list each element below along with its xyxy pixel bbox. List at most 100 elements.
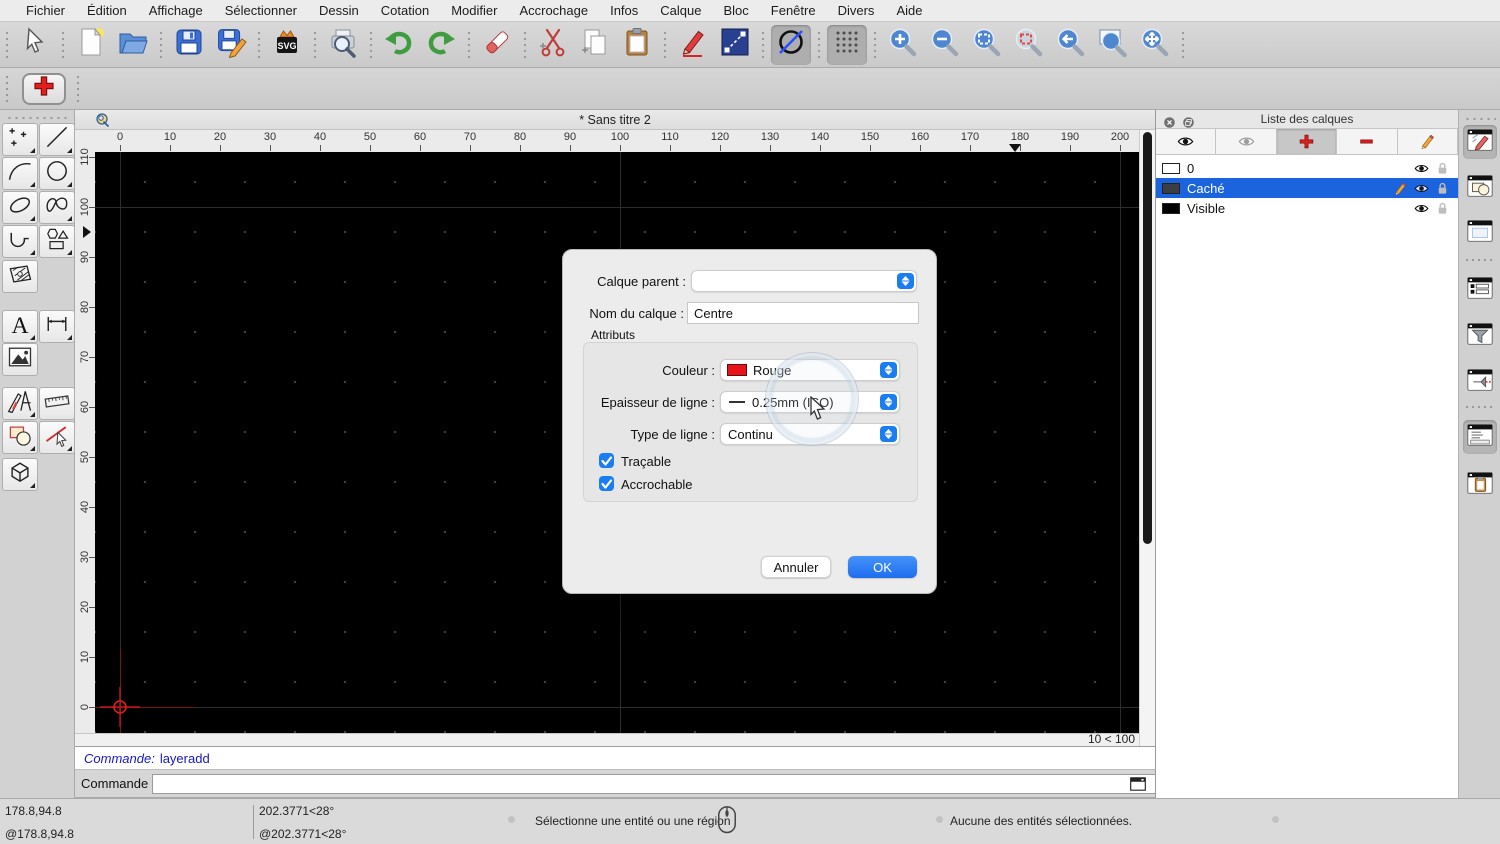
document-title-bar[interactable]: * Sans titre 2 [75, 110, 1155, 130]
file-new-button[interactable] [71, 25, 111, 65]
zoom-pan-button[interactable] [1135, 25, 1175, 65]
tool-dimension-button[interactable] [39, 310, 75, 343]
eraser-button[interactable] [477, 25, 517, 65]
stepper-icon[interactable] [880, 362, 897, 378]
zoom-auto-button[interactable] [967, 25, 1007, 65]
svg-export-button[interactable]: SVG [267, 25, 307, 65]
lock-icon[interactable] [1435, 161, 1450, 176]
tool-text-button[interactable]: A [2, 310, 38, 343]
zoom-window-button[interactable] [1093, 25, 1133, 65]
tool-spline-button[interactable] [39, 191, 75, 224]
tool-image-button[interactable] [2, 343, 38, 376]
zoom-out-button[interactable] [925, 25, 965, 65]
grid-button[interactable] [827, 24, 867, 65]
menu-item-infos[interactable]: Infos [599, 0, 649, 21]
menu-item-cotation[interactable]: Cotation [370, 0, 440, 21]
cut-button[interactable] [533, 25, 573, 65]
circle-slash-button[interactable] [771, 24, 811, 65]
list-window-toggle-button[interactable] [1463, 273, 1497, 307]
menu-item-bloc[interactable]: Bloc [712, 0, 759, 21]
cursor-button[interactable] [15, 25, 55, 65]
tool-select-entity-button[interactable] [39, 421, 75, 454]
stepper-icon[interactable] [880, 426, 897, 442]
scrollbar-thumb[interactable] [1143, 132, 1152, 544]
menu-item-dessin[interactable]: Dessin [308, 0, 370, 21]
command-input[interactable] [152, 774, 1201, 794]
lock-icon[interactable] [1435, 201, 1450, 216]
file-new-icon [75, 26, 107, 63]
tool-polyline-button[interactable] [2, 225, 38, 258]
add-pen-button[interactable] [22, 72, 66, 105]
printable-checkbox[interactable] [599, 453, 614, 468]
zoom-select-button[interactable] [1009, 25, 1049, 65]
command-window-toggle-icon[interactable] [1129, 775, 1147, 793]
tool-hatch-button[interactable] [2, 260, 38, 293]
save-as-button[interactable] [211, 25, 251, 65]
edit-layer-button[interactable] [1397, 129, 1459, 155]
layer-row-visible[interactable]: Visible [1156, 198, 1458, 218]
blocks-window-toggle-button[interactable] [1463, 171, 1497, 205]
lock-icon[interactable] [1435, 181, 1450, 196]
menu-item-affichage[interactable]: Affichage [138, 0, 214, 21]
stepper-icon[interactable] [897, 273, 914, 289]
hide-all-layers-button[interactable] [1216, 129, 1277, 155]
menu-item-aide[interactable]: Aide [885, 0, 933, 21]
menu-item-divers[interactable]: Divers [827, 0, 886, 21]
status-led-icon [1272, 816, 1279, 823]
copy-button[interactable] [575, 25, 615, 65]
layer-row-0[interactable]: 0 [1156, 158, 1458, 178]
tools-window-icon [1465, 365, 1495, 400]
undo-button[interactable] [379, 25, 419, 65]
menu-item-fenetre[interactable]: Fenêtre [760, 0, 827, 21]
tool-points-button[interactable] [2, 123, 38, 156]
tool-modify-button[interactable] [2, 421, 38, 454]
ruler-tick [720, 145, 721, 151]
zoom-previous-button[interactable] [1051, 25, 1091, 65]
eye-icon[interactable] [1414, 181, 1429, 196]
folder-open-button[interactable] [113, 25, 153, 65]
tool-line-button[interactable] [39, 123, 75, 156]
zoom-out-icon [929, 26, 961, 63]
print-preview-button[interactable] [323, 25, 363, 65]
cancel-button[interactable]: Annuler [761, 556, 831, 578]
menu-item-fichier[interactable]: Fichier [15, 0, 76, 21]
tool-cube-button[interactable] [2, 458, 38, 491]
menu-item-accrochage[interactable]: Accrochage [508, 0, 599, 21]
tool-draw-tools-button[interactable] [2, 387, 38, 420]
tool-circle-button[interactable] [39, 157, 75, 190]
stepper-icon[interactable] [880, 394, 897, 410]
eye-icon[interactable] [1414, 161, 1429, 176]
pen-edit-button[interactable] [673, 25, 713, 65]
redo-button[interactable] [421, 25, 461, 65]
library-window-toggle-button[interactable] [1463, 216, 1497, 250]
remove-layer-button[interactable] [1337, 129, 1398, 155]
save-button[interactable] [169, 25, 209, 65]
ok-button[interactable]: OK [848, 556, 917, 578]
layer-panel-title: Liste des calques [1260, 112, 1354, 126]
show-all-layers-button[interactable] [1156, 129, 1217, 155]
command-window-toggle-button[interactable] [1463, 420, 1497, 454]
tool-arc-button[interactable] [2, 157, 38, 190]
menu-item-calque[interactable]: Calque [649, 0, 712, 21]
tools-window-toggle-button[interactable] [1463, 365, 1497, 399]
add-layer-button[interactable] [1276, 129, 1338, 155]
tool-measure-button[interactable] [39, 387, 75, 420]
paste-button[interactable] [617, 25, 657, 65]
menu-item-selectionner[interactable]: Sélectionner [214, 0, 308, 21]
menu-item-edition[interactable]: Édition [76, 0, 138, 21]
eye-icon[interactable] [1414, 201, 1429, 216]
tool-shapes-button[interactable] [39, 225, 75, 258]
layer-name-field[interactable]: Centre [687, 302, 919, 324]
layers-window-toggle-button[interactable] [1463, 125, 1497, 159]
menu-item-modifier[interactable]: Modifier [440, 0, 508, 21]
filter-window-toggle-button[interactable] [1463, 319, 1497, 353]
zoom-in-button[interactable] [883, 25, 923, 65]
clipboard-window-toggle-button[interactable] [1463, 468, 1497, 502]
snappable-checkbox[interactable] [599, 476, 614, 491]
eye-off-icon [1238, 133, 1255, 150]
vertical-scrollbar[interactable] [1139, 130, 1155, 746]
parent-layer-combo[interactable] [691, 270, 917, 292]
line-draw-button[interactable] [715, 25, 755, 65]
tool-ellipse-button[interactable] [2, 191, 38, 224]
layer-row-cache[interactable]: Caché [1156, 178, 1458, 198]
